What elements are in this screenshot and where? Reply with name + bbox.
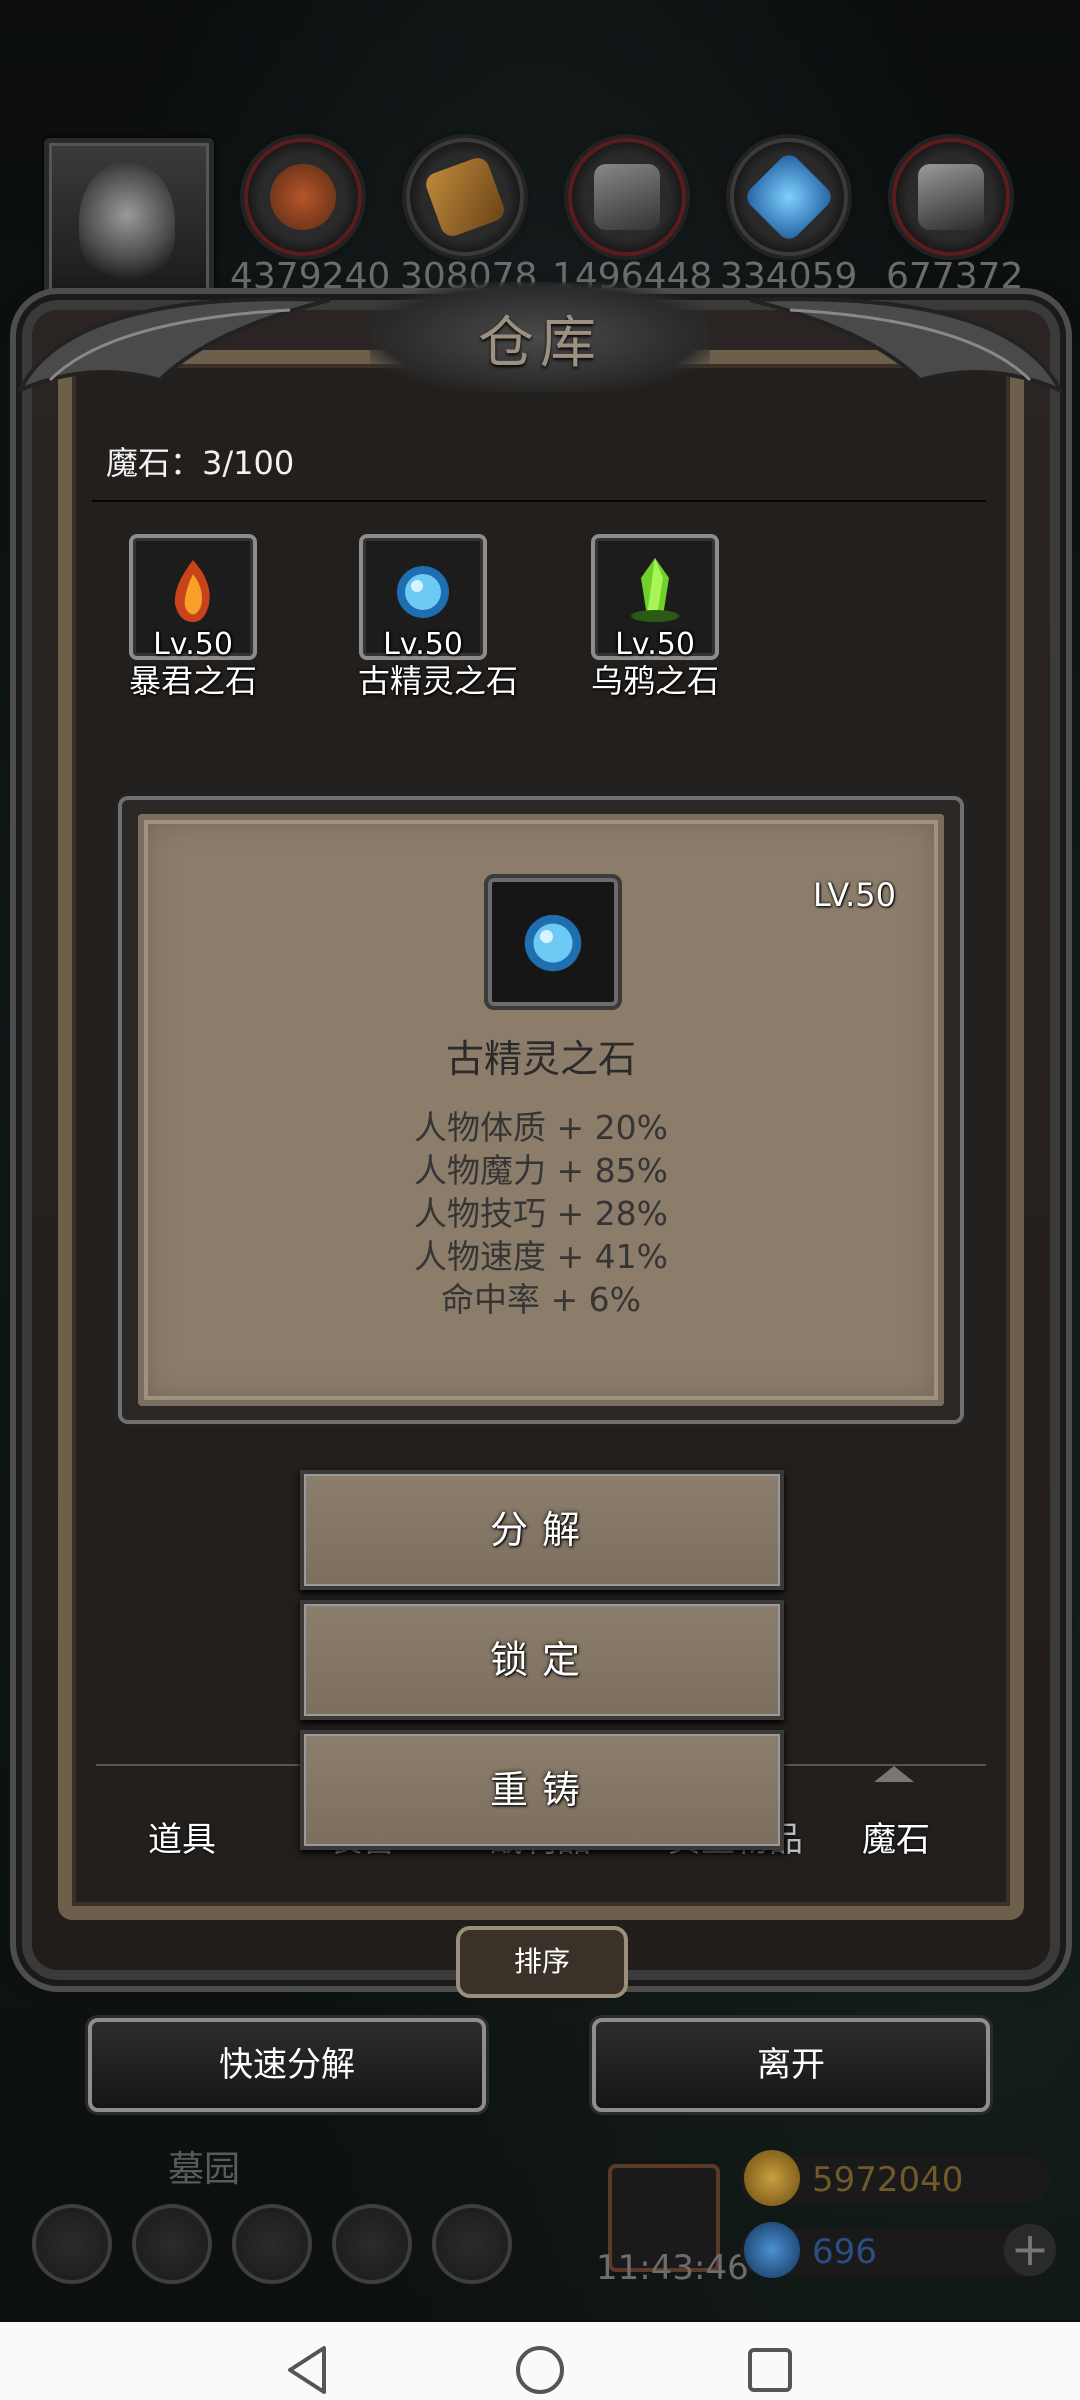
- avatar-portrait: [79, 161, 175, 281]
- wood-icon: [422, 154, 508, 240]
- stat-line: 人物体质 + 20%: [414, 1108, 668, 1147]
- tab-items[interactable]: 道具: [112, 1812, 252, 1861]
- stat-line: 命中率 + 6%: [441, 1280, 641, 1319]
- resource-crystal: [730, 138, 848, 256]
- home-icon[interactable]: [510, 2340, 570, 2400]
- stat-line: 人物技巧 + 28%: [414, 1194, 668, 1233]
- stone-slot: Lv.50: [129, 534, 257, 662]
- sort-button[interactable]: 排序: [456, 1926, 628, 1998]
- gold-value: 5972040: [812, 2160, 964, 2200]
- detail-level: LV.50: [813, 876, 896, 914]
- lock-button[interactable]: 锁定: [300, 1600, 784, 1720]
- stone-detail-card: LV.50 古精灵之石 人物体质 + 20% 人物魔力 + 85% 人物技巧 +…: [122, 800, 960, 1420]
- stone-count-label: 魔石：3/100: [106, 444, 295, 482]
- ore-icon: [270, 164, 336, 230]
- tab-magic-stones[interactable]: 魔石: [826, 1812, 966, 1861]
- resource-steel: [892, 138, 1010, 256]
- shop-icon[interactable]: [432, 2204, 512, 2284]
- settings-icon[interactable]: [32, 2204, 112, 2284]
- detail-stone-slot: [484, 874, 622, 1010]
- gem-value: 696: [812, 2232, 877, 2272]
- stone-item[interactable]: Lv.50 暴君之石: [128, 534, 258, 702]
- active-tab-marker-icon: [874, 1766, 914, 1782]
- steel-icon: [918, 164, 984, 230]
- stone-level: Lv.50: [615, 627, 695, 662]
- stone-item[interactable]: Lv.50 古精灵之石: [358, 534, 519, 702]
- iron-icon: [594, 164, 660, 230]
- mail-icon[interactable]: [332, 2204, 412, 2284]
- green-crystal-stone-icon: [631, 558, 679, 622]
- add-currency-icon[interactable]: +: [1004, 2224, 1056, 2276]
- stone-name: 古精灵之石: [358, 662, 519, 700]
- guild-icon[interactable]: [232, 2204, 312, 2284]
- fire-stone-icon: [174, 560, 210, 622]
- system-nav-bar: [0, 2322, 1080, 2400]
- quick-decompose-button[interactable]: 快速分解: [88, 2018, 486, 2112]
- stat-line: 人物魔力 + 85%: [414, 1151, 668, 1190]
- badge-icon[interactable]: [132, 2204, 212, 2284]
- stone-level: Lv.50: [153, 627, 233, 662]
- panel-title: 仓库: [478, 311, 602, 376]
- stone-name: 乌鸦之石: [590, 662, 719, 700]
- recents-icon[interactable]: [740, 2340, 800, 2400]
- resource-wood: [406, 138, 524, 256]
- stat-list: 人物体质 + 20% 人物魔力 + 85% 人物技巧 + 28% 人物速度 + …: [138, 1106, 944, 1321]
- detail-stone-name: 古精灵之石: [445, 1037, 636, 1081]
- stone-level: Lv.50: [383, 627, 463, 662]
- resource-iron: [568, 138, 686, 256]
- stat-line: 人物速度 + 41%: [414, 1237, 668, 1276]
- leave-button[interactable]: 离开: [592, 2018, 990, 2112]
- blue-orb-stone-icon: [397, 566, 449, 618]
- clock: 11:43:46: [596, 2248, 749, 2288]
- reforge-button[interactable]: 重铸: [300, 1730, 784, 1850]
- stone-item[interactable]: Lv.50 乌鸦之石: [590, 534, 720, 702]
- stone-slot: Lv.50: [359, 534, 487, 662]
- stone-slot: Lv.50: [591, 534, 719, 662]
- stone-detail-inner: LV.50 古精灵之石 人物体质 + 20% 人物魔力 + 85% 人物技巧 +…: [138, 814, 944, 1406]
- divider: [92, 500, 986, 502]
- gold-counter: 5972040: [740, 2150, 1050, 2206]
- gem-icon: [744, 2222, 800, 2278]
- stone-name: 暴君之石: [128, 662, 257, 700]
- gold-coin-icon: [744, 2150, 800, 2206]
- resource-ore: [244, 138, 362, 256]
- decompose-button[interactable]: 分解: [300, 1470, 784, 1590]
- back-icon[interactable]: [278, 2340, 338, 2400]
- crystal-icon: [742, 150, 836, 244]
- blue-orb-stone-icon: [524, 914, 582, 972]
- map-name: 墓园: [168, 2149, 241, 2190]
